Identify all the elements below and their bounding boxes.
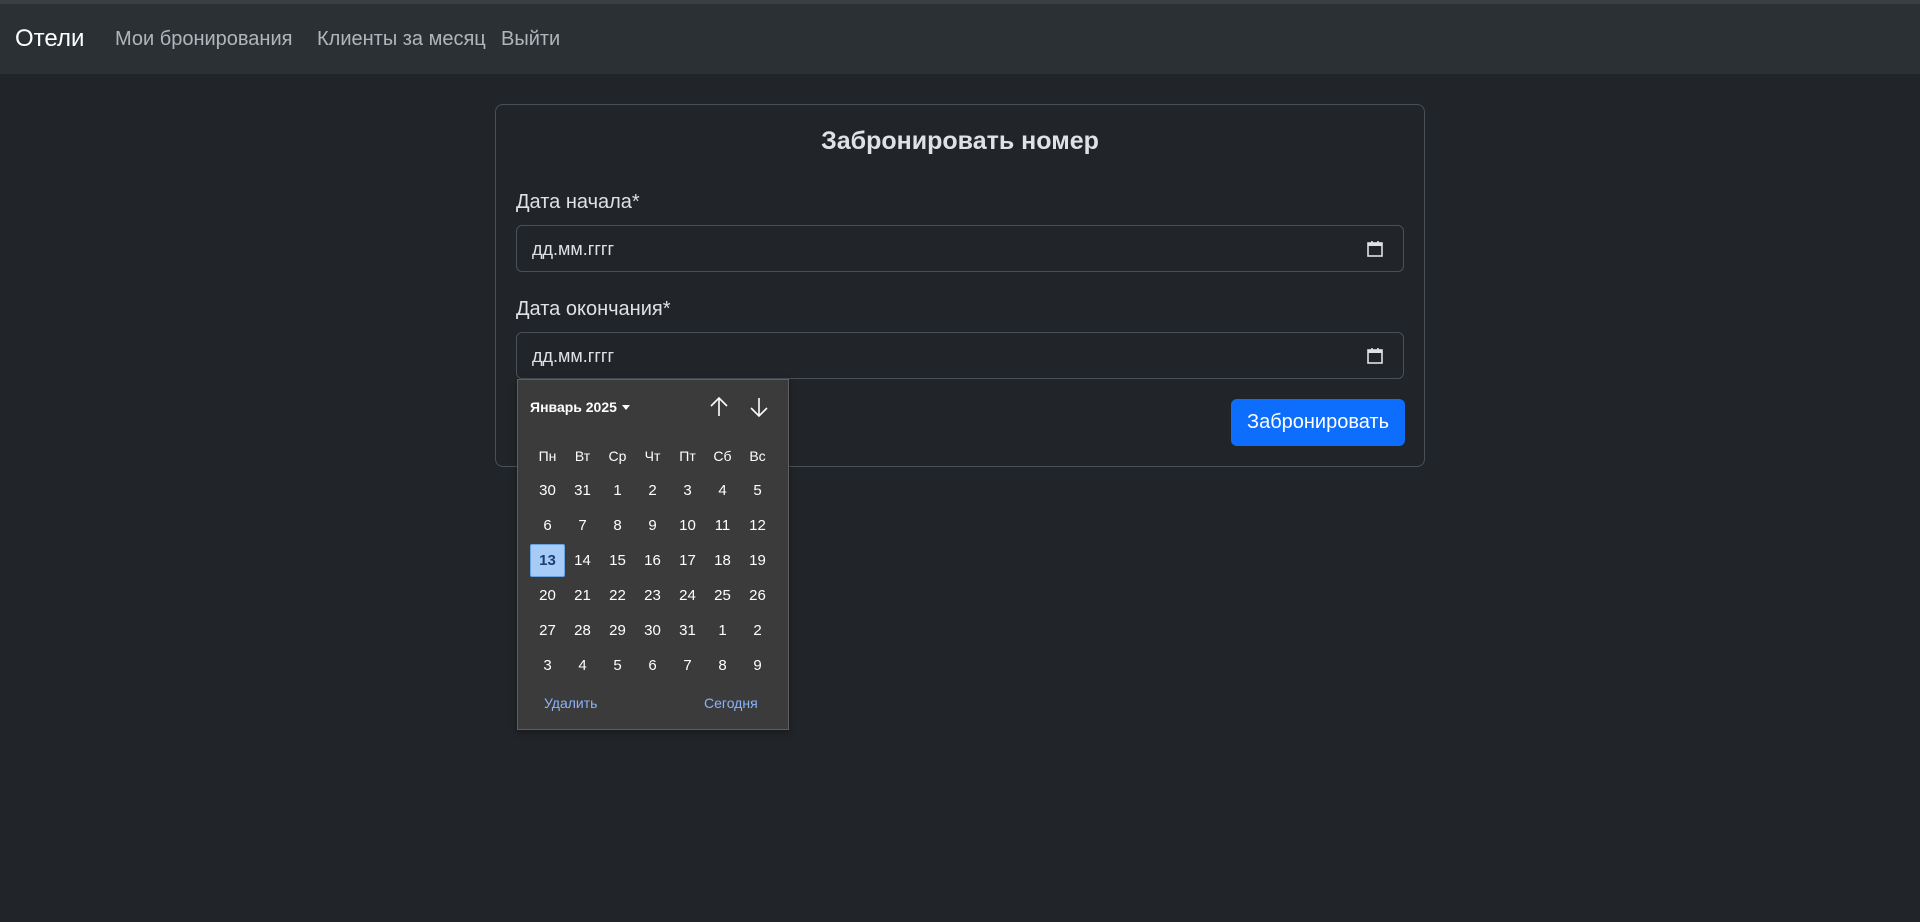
arrow-down-icon[interactable]: [746, 394, 772, 420]
calendar-day[interactable]: 7: [565, 509, 600, 542]
date-picker-popup: Январь 2025 Пн Вт Ср Чт Пт Сб Вс 30 31 1…: [517, 379, 789, 730]
navbar: Отели Мои бронирования Клиенты за месяц …: [0, 4, 1920, 74]
calendar-day[interactable]: 17: [670, 544, 705, 577]
end-date-label: Дата окончания*: [516, 298, 671, 320]
calendar-day[interactable]: 29: [600, 614, 635, 647]
calendar-day[interactable]: 16: [635, 544, 670, 577]
calendar-day[interactable]: 5: [740, 474, 775, 507]
calendar-day[interactable]: 1: [705, 614, 740, 647]
calendar-grid: Пн Вт Ср Чт Пт Сб Вс 30 31 1 2 3 4 5 6 7…: [530, 438, 775, 683]
card-title: Забронировать номер: [821, 127, 1099, 155]
calendar-day[interactable]: 6: [635, 649, 670, 682]
calendar-day[interactable]: 18: [705, 544, 740, 577]
calendar-day[interactable]: 30: [635, 614, 670, 647]
weekday-label: Пн: [538, 447, 557, 464]
weekday-label: Пт: [679, 447, 696, 464]
calendar-day[interactable]: 9: [740, 649, 775, 682]
today-button[interactable]: Сегодня: [704, 695, 758, 711]
calendar-day[interactable]: 12: [740, 509, 775, 542]
calendar-day[interactable]: 21: [565, 579, 600, 612]
calendar-day[interactable]: 27: [530, 614, 565, 647]
calendar-day[interactable]: 30: [530, 474, 565, 507]
caret-down-icon: [621, 404, 630, 410]
calendar-icon[interactable]: [1365, 239, 1385, 259]
month-year-label: Январь 2025: [530, 399, 617, 415]
weekday-header: Пн Вт Ср Чт Пт Сб Вс: [530, 438, 775, 473]
calendar-week: 6 7 8 9 10 11 12: [530, 508, 775, 543]
weekday-label: Ср: [608, 447, 627, 464]
calendar-week: 27 28 29 30 31 1 2: [530, 613, 775, 648]
calendar-icon[interactable]: [1365, 346, 1385, 366]
arrow-up-icon[interactable]: [706, 394, 732, 420]
calendar-day[interactable]: 3: [530, 649, 565, 682]
weekday-label: Сб: [713, 447, 732, 464]
calendar-day[interactable]: 11: [705, 509, 740, 542]
nav-my-bookings[interactable]: Мои бронирования: [115, 28, 292, 51]
calendar-day[interactable]: 28: [565, 614, 600, 647]
nav-clients-month[interactable]: Клиенты за месяц: [317, 28, 486, 51]
calendar-day[interactable]: 6: [530, 509, 565, 542]
calendar-week: 30 31 1 2 3 4 5: [530, 473, 775, 508]
start-date-label: Дата начала*: [516, 191, 640, 213]
calendar-day[interactable]: 2: [740, 614, 775, 647]
calendar-day[interactable]: 3: [670, 474, 705, 507]
calendar-day[interactable]: 8: [705, 649, 740, 682]
calendar-day[interactable]: 26: [740, 579, 775, 612]
start-date-value: дд.мм.гггг: [532, 239, 615, 259]
weekday-label: Вт: [574, 447, 591, 464]
calendar-day[interactable]: 22: [600, 579, 635, 612]
end-date-input[interactable]: дд.мм.гггг: [516, 332, 1404, 379]
calendar-day[interactable]: 15: [600, 544, 635, 577]
calendar-day[interactable]: 5: [600, 649, 635, 682]
calendar-day[interactable]: 9: [635, 509, 670, 542]
brand-link[interactable]: Отели: [15, 25, 84, 53]
start-date-input[interactable]: дд.мм.гггг: [516, 225, 1404, 272]
calendar-day[interactable]: 25: [705, 579, 740, 612]
calendar-day[interactable]: 2: [635, 474, 670, 507]
calendar-week: 13 14 15 16 17 18 19: [530, 543, 775, 578]
book-button[interactable]: Забронировать: [1231, 399, 1405, 446]
weekday-label: Чт: [644, 447, 661, 464]
calendar-day[interactable]: 24: [670, 579, 705, 612]
calendar-day[interactable]: 7: [670, 649, 705, 682]
clear-date-button[interactable]: Удалить: [544, 695, 597, 711]
calendar-week: 20 21 22 23 24 25 26: [530, 578, 775, 613]
nav-logout[interactable]: Выйти: [501, 28, 560, 51]
calendar-week: 3 4 5 6 7 8 9: [530, 648, 775, 683]
calendar-day-selected[interactable]: 13: [530, 544, 565, 577]
calendar-day[interactable]: 4: [565, 649, 600, 682]
calendar-day[interactable]: 4: [705, 474, 740, 507]
calendar-day[interactable]: 23: [635, 579, 670, 612]
calendar-day[interactable]: 19: [740, 544, 775, 577]
calendar-day[interactable]: 14: [565, 544, 600, 577]
end-date-value: дд.мм.гггг: [532, 346, 615, 366]
calendar-day[interactable]: 1: [600, 474, 635, 507]
month-year-select[interactable]: Январь 2025: [530, 399, 630, 415]
calendar-day[interactable]: 31: [670, 614, 705, 647]
calendar-day[interactable]: 8: [600, 509, 635, 542]
calendar-day[interactable]: 10: [670, 509, 705, 542]
calendar-day[interactable]: 31: [565, 474, 600, 507]
weekday-label: Вс: [749, 447, 766, 464]
calendar-day[interactable]: 20: [530, 579, 565, 612]
